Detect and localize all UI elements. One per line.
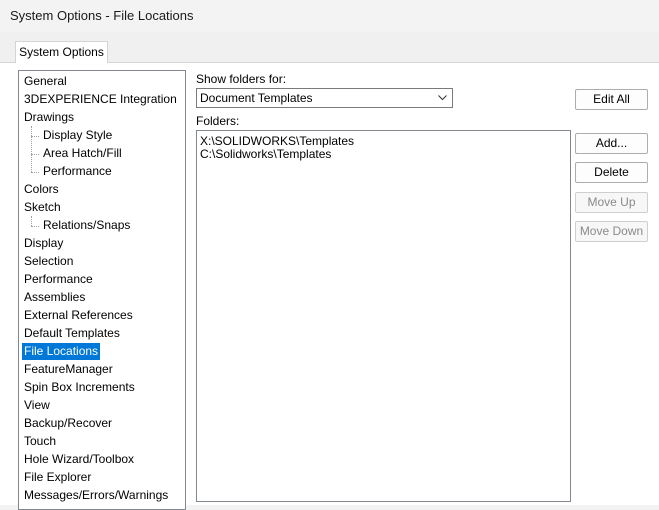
show-folders-value: Document Templates	[200, 91, 313, 105]
show-folders-dropdown[interactable]: Document Templates	[196, 88, 453, 108]
folders-list[interactable]: X:\SOLIDWORKS\Templates C:\Solidworks\Te…	[196, 130, 571, 502]
edit-all-button[interactable]: Edit All	[575, 89, 648, 110]
tree-item[interactable]: Display Style	[41, 127, 114, 144]
tree-item[interactable]: Display	[22, 235, 65, 252]
options-tree[interactable]: General 3DEXPERIENCE Integration Drawings D…	[18, 70, 186, 510]
tree-item[interactable]: Relations/Snaps	[41, 217, 132, 234]
tree-item[interactable]: Assemblies	[22, 289, 87, 306]
tree-item[interactable]: Spin Box Increments	[22, 379, 137, 396]
tree-item[interactable]: Colors	[22, 181, 61, 198]
move-down-button[interactable]: Move Down	[575, 221, 648, 242]
tree-item[interactable]: Performance	[41, 163, 114, 180]
tree-item[interactable]: Selection	[22, 253, 75, 270]
folders-label: Folders:	[196, 114, 240, 128]
tree-item[interactable]: View	[22, 397, 52, 414]
tree-branch-line	[31, 226, 39, 227]
move-up-button[interactable]: Move Up	[575, 192, 648, 213]
list-item[interactable]: C:\Solidworks\Templates	[200, 148, 331, 161]
tree-item[interactable]: General	[22, 73, 69, 90]
tree-item[interactable]: File Locations	[22, 343, 101, 360]
tree-item[interactable]: Performance	[22, 271, 95, 288]
show-folders-label: Show folders for:	[196, 72, 287, 86]
chevron-down-icon	[438, 95, 447, 101]
tree-item[interactable]: Hole Wizard/Toolbox	[22, 451, 136, 468]
tree-item[interactable]: 3DEXPERIENCE Integration	[22, 91, 179, 108]
delete-button[interactable]: Delete	[575, 162, 648, 183]
tree-item[interactable]: Backup/Recover	[22, 415, 114, 432]
tree-item[interactable]: Sketch	[22, 199, 63, 216]
tree-branch-line	[31, 136, 39, 137]
tree-item[interactable]: File Explorer	[22, 469, 93, 486]
tree-guide-line	[31, 126, 32, 172]
tree-item[interactable]: Drawings	[22, 109, 76, 126]
tree-item[interactable]: Messages/Errors/Warnings	[22, 487, 170, 504]
tree-branch-line	[31, 172, 39, 173]
tab-system-options[interactable]: System Options	[15, 41, 108, 63]
add-button[interactable]: Add...	[575, 133, 648, 154]
tree-guide-line	[31, 216, 32, 226]
tree-item[interactable]: Default Templates	[22, 325, 122, 342]
tree-item[interactable]: Area Hatch/Fill	[41, 145, 124, 162]
tree-item[interactable]: External References	[22, 307, 135, 324]
tree-item[interactable]: Touch	[22, 433, 58, 450]
tree-branch-line	[31, 154, 39, 155]
window-title: System Options - File Locations	[10, 8, 194, 23]
title-bar: System Options - File Locations	[0, 0, 659, 32]
tree-item[interactable]: FeatureManager	[22, 361, 115, 378]
